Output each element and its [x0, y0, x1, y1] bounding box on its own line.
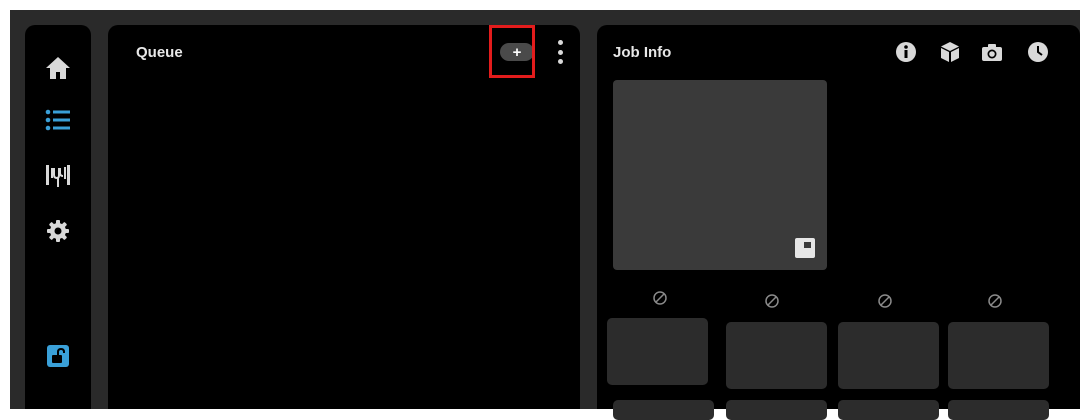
sidebar-item-settings[interactable] — [42, 215, 74, 247]
slot-1-empty-icon — [653, 291, 667, 305]
queue-menu-button[interactable] — [554, 40, 566, 64]
job-info-panel: Job Info — [597, 25, 1080, 420]
add-job-button[interactable]: + — [500, 43, 534, 61]
camera-icon — [982, 44, 1002, 61]
slot-3-empty-icon — [878, 294, 892, 308]
preview-mode-icon[interactable] — [795, 238, 815, 258]
slot-1[interactable] — [607, 318, 708, 385]
gear-icon — [47, 220, 69, 242]
queue-title: Queue — [136, 44, 183, 61]
lock-button[interactable] — [42, 340, 74, 372]
slot-6[interactable] — [726, 400, 827, 420]
list-icon — [45, 109, 70, 131]
info-button[interactable] — [895, 41, 917, 63]
slot-3[interactable] — [838, 322, 939, 389]
history-button[interactable] — [1027, 41, 1049, 63]
sidebar-item-queue[interactable] — [42, 104, 74, 136]
more-vertical-icon — [557, 40, 563, 45]
sidebar-item-home[interactable] — [42, 52, 74, 84]
info-icon — [896, 42, 916, 62]
cube-icon — [941, 42, 959, 62]
model-button[interactable] — [939, 41, 961, 63]
slot-4[interactable] — [948, 322, 1049, 389]
filament-icon — [46, 165, 70, 187]
home-icon — [46, 57, 70, 79]
sidebar-item-filament[interactable] — [42, 160, 74, 192]
sidebar — [25, 25, 91, 409]
job-preview — [613, 80, 827, 270]
queue-panel: Queue + — [108, 25, 580, 409]
clock-icon — [1028, 42, 1048, 62]
slot-2[interactable] — [726, 322, 827, 389]
slot-7[interactable] — [838, 400, 939, 420]
camera-button[interactable] — [981, 41, 1003, 63]
unlock-icon — [47, 345, 69, 367]
job-info-title: Job Info — [613, 44, 672, 61]
add-job-label: + — [512, 43, 522, 61]
slot-4-empty-icon — [988, 294, 1002, 308]
app-window: Queue + Job Info — [10, 10, 1080, 420]
slot-5[interactable] — [613, 400, 714, 420]
slot-8[interactable] — [948, 400, 1049, 420]
slot-2-empty-icon — [765, 294, 779, 308]
